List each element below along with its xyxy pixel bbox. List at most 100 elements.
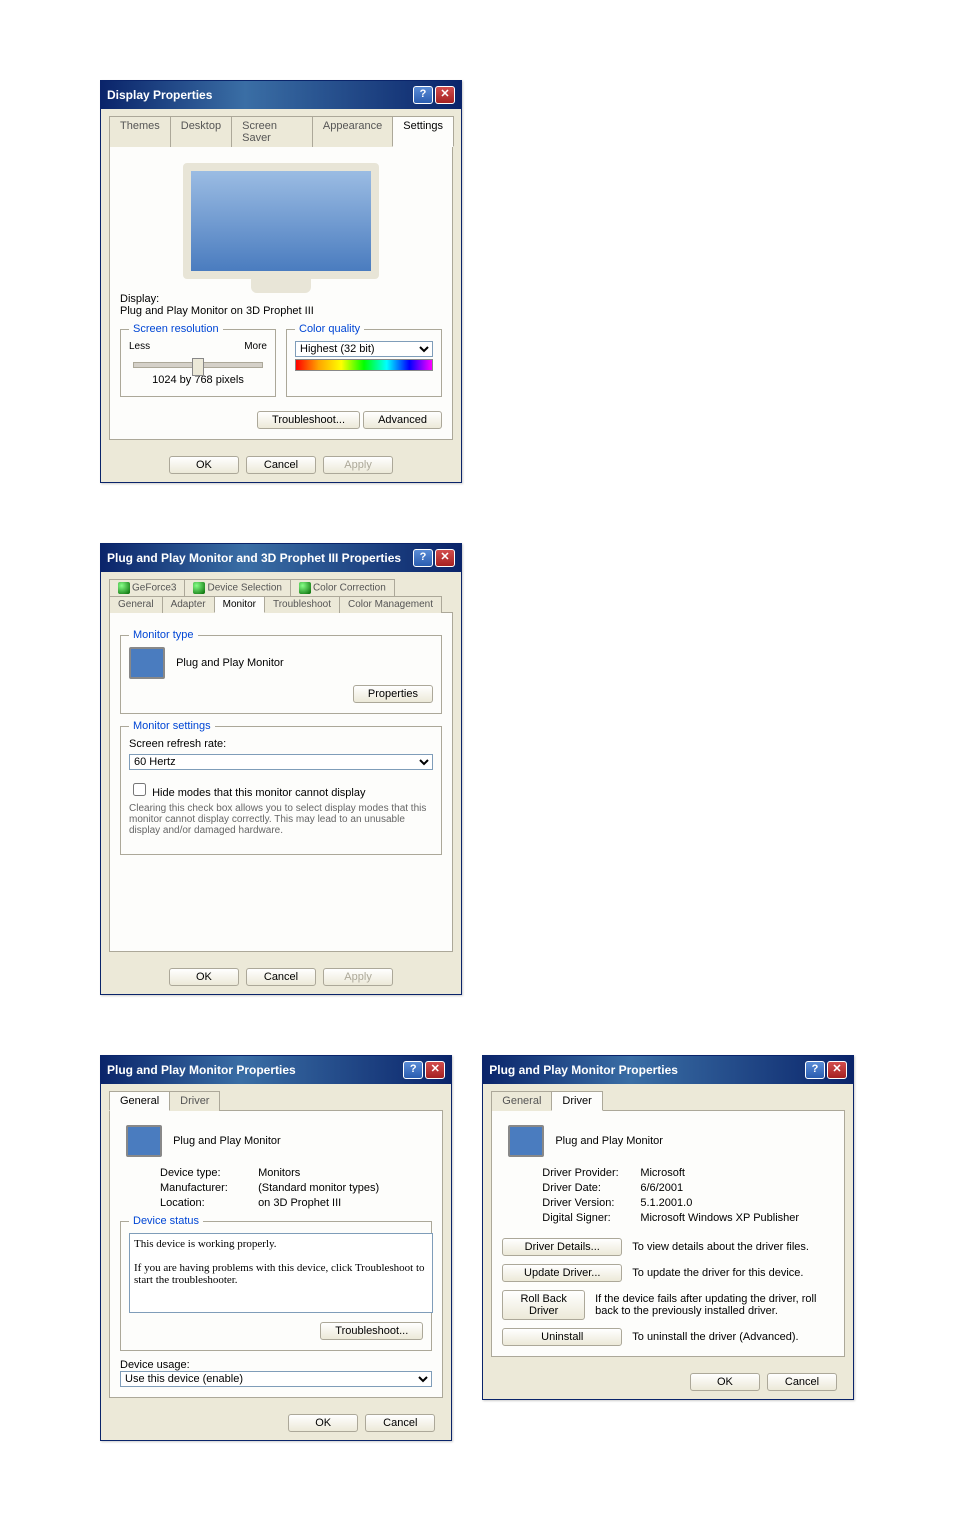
nvidia-icon <box>299 582 311 594</box>
slider-thumb-icon[interactable] <box>192 358 204 376</box>
close-icon[interactable]: ✕ <box>435 86 455 104</box>
tab-strip: GeForce3 Device Selection Color Correcti… <box>101 572 461 612</box>
tab-general[interactable]: General <box>109 596 163 613</box>
driver-details-button[interactable]: Driver Details... <box>502 1238 622 1256</box>
help-icon[interactable]: ? <box>413 86 433 104</box>
tab-desktop[interactable]: Desktop <box>170 116 232 147</box>
roll-back-driver-button[interactable]: Roll Back Driver <box>502 1290 585 1320</box>
uninstall-help: To uninstall the driver (Advanced). <box>632 1331 798 1343</box>
monitor-settings-legend: Monitor settings <box>129 720 215 732</box>
help-icon[interactable]: ? <box>413 549 433 567</box>
tab-body: Monitor type Plug and Play Monitor Prope… <box>109 612 453 952</box>
screen-resolution-group: Screen resolution Less More 1024 by 768 … <box>120 323 276 397</box>
digital-signer-value: Microsoft Windows XP Publisher <box>640 1212 799 1224</box>
hide-modes-help: Clearing this check box allows you to se… <box>129 803 433 836</box>
nvidia-icon <box>118 582 130 594</box>
properties-button[interactable]: Properties <box>353 685 433 703</box>
help-icon[interactable]: ? <box>805 1061 825 1079</box>
monitor-properties-general-window: Plug and Play Monitor Properties ? ✕ Gen… <box>100 1055 452 1441</box>
tab-device-selection[interactable]: Device Selection <box>184 579 290 596</box>
tab-adapter[interactable]: Adapter <box>162 596 215 613</box>
tab-screen-saver[interactable]: Screen Saver <box>231 116 313 147</box>
dialog-buttons: OK Cancel <box>483 1365 853 1399</box>
device-usage-select[interactable]: Use this device (enable) <box>120 1371 432 1387</box>
tab-body: Plug and Play Monitor Driver Provider: M… <box>491 1110 845 1357</box>
refresh-rate-select[interactable]: 60 Hertz <box>129 754 433 770</box>
driver-provider-value: Microsoft <box>640 1167 685 1179</box>
device-type-value: Monitors <box>258 1167 300 1179</box>
monitor-type-value: Plug and Play Monitor <box>176 657 284 669</box>
hide-modes-label: Hide modes that this monitor cannot disp… <box>152 787 365 799</box>
title-bar: Plug and Play Monitor Properties ? ✕ <box>483 1056 853 1084</box>
color-quality-select[interactable]: Highest (32 bit) <box>295 341 433 357</box>
tab-color-correction[interactable]: Color Correction <box>290 579 395 596</box>
window-title: Plug and Play Monitor Properties <box>489 1063 678 1077</box>
resolution-slider[interactable] <box>133 362 263 368</box>
tab-general[interactable]: General <box>491 1091 552 1111</box>
dialog-buttons: OK Cancel Apply <box>101 960 461 994</box>
driver-version-value: 5.1.2001.0 <box>640 1197 692 1209</box>
cancel-button[interactable]: Cancel <box>365 1414 435 1432</box>
monitor-properties-driver-window: Plug and Play Monitor Properties ? ✕ Gen… <box>482 1055 854 1400</box>
dialog-buttons: OK Cancel Apply <box>101 448 461 482</box>
color-quality-group: Color quality Highest (32 bit) <box>286 323 442 397</box>
slider-less-label: Less <box>129 341 150 352</box>
manufacturer-label: Manufacturer: <box>160 1182 255 1194</box>
monitor-icon <box>126 1125 162 1157</box>
troubleshoot-button[interactable]: Troubleshoot... <box>320 1322 423 1340</box>
slider-more-label: More <box>244 341 267 352</box>
tab-driver[interactable]: Driver <box>169 1091 220 1111</box>
monitor-icon <box>508 1125 544 1157</box>
close-icon[interactable]: ✕ <box>827 1061 847 1079</box>
manufacturer-value: (Standard monitor types) <box>258 1182 379 1194</box>
device-status-group: Device status Troubleshoot... <box>120 1215 432 1351</box>
device-name: Plug and Play Monitor <box>555 1135 663 1147</box>
driver-date-value: 6/6/2001 <box>640 1182 683 1194</box>
tab-appearance[interactable]: Appearance <box>312 116 393 147</box>
tab-general[interactable]: General <box>109 1091 170 1111</box>
title-bar: Plug and Play Monitor and 3D Prophet III… <box>101 544 461 572</box>
hide-modes-checkbox[interactable] <box>133 783 146 796</box>
display-value: Plug and Play Monitor on 3D Prophet III <box>120 305 442 317</box>
display-properties-window: Display Properties ? ✕ Themes Desktop Sc… <box>100 80 462 483</box>
driver-provider-label: Driver Provider: <box>542 1167 637 1179</box>
close-icon[interactable]: ✕ <box>425 1061 445 1079</box>
tab-body: Plug and Play Monitor Device type: Monit… <box>109 1110 443 1398</box>
monitor-type-legend: Monitor type <box>129 629 198 641</box>
apply-button: Apply <box>323 456 393 474</box>
display-label: Display: <box>120 293 442 305</box>
ok-button[interactable]: OK <box>169 968 239 986</box>
tab-strip: General Driver <box>483 1084 853 1110</box>
nvidia-icon <box>193 582 205 594</box>
device-status-legend: Device status <box>129 1215 203 1227</box>
advanced-button[interactable]: Advanced <box>363 411 442 429</box>
window-title: Plug and Play Monitor Properties <box>107 1063 296 1077</box>
hide-modes-row[interactable]: Hide modes that this monitor cannot disp… <box>129 780 433 799</box>
refresh-rate-label: Screen refresh rate: <box>129 738 433 750</box>
ok-button[interactable]: OK <box>169 456 239 474</box>
ok-button[interactable]: OK <box>690 1373 760 1391</box>
tab-themes[interactable]: Themes <box>109 116 171 147</box>
close-icon[interactable]: ✕ <box>435 549 455 567</box>
tab-troubleshoot[interactable]: Troubleshoot <box>264 596 340 613</box>
device-name: Plug and Play Monitor <box>173 1135 281 1147</box>
cancel-button[interactable]: Cancel <box>767 1373 837 1391</box>
troubleshoot-button[interactable]: Troubleshoot... <box>257 411 360 429</box>
device-usage-label: Device usage: <box>120 1359 432 1371</box>
tab-color-management[interactable]: Color Management <box>339 596 442 613</box>
monitor-adapter-properties-window: Plug and Play Monitor and 3D Prophet III… <box>100 543 462 995</box>
help-icon[interactable]: ? <box>403 1061 423 1079</box>
tab-settings[interactable]: Settings <box>392 116 454 147</box>
color-strip-icon <box>295 359 433 371</box>
ok-button[interactable]: OK <box>288 1414 358 1432</box>
update-driver-button[interactable]: Update Driver... <box>502 1264 622 1282</box>
cancel-button[interactable]: Cancel <box>246 456 316 474</box>
tab-driver[interactable]: Driver <box>551 1091 602 1111</box>
tab-geforce3[interactable]: GeForce3 <box>109 579 185 596</box>
uninstall-button[interactable]: Uninstall <box>502 1328 622 1346</box>
cancel-button[interactable]: Cancel <box>246 968 316 986</box>
title-bar: Display Properties ? ✕ <box>101 81 461 109</box>
tab-monitor[interactable]: Monitor <box>214 596 265 613</box>
window-title: Display Properties <box>107 88 212 102</box>
monitor-preview-icon <box>183 163 379 279</box>
